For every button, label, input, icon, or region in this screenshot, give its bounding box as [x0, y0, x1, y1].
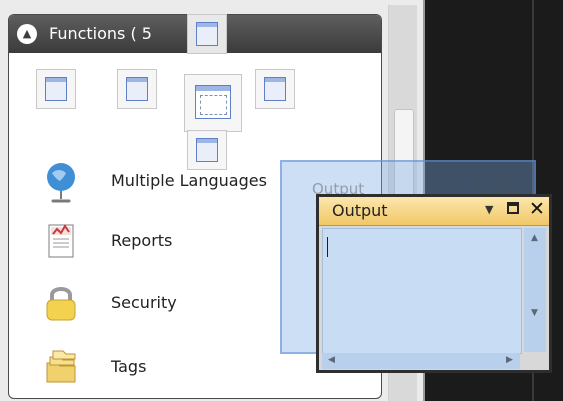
output-horizontal-scrollbar[interactable]: ◀ ▶ [322, 353, 520, 369]
output-text-area[interactable] [322, 228, 522, 354]
scroll-up-icon[interactable]: ▲ [531, 233, 538, 243]
scroll-right-icon[interactable]: ▶ [506, 355, 513, 365]
list-item-label: Reports [111, 231, 173, 250]
list-item[interactable]: Multiple Languages [9, 151, 309, 213]
list-item-label: Tags [111, 357, 147, 376]
list-item[interactable]: Security [9, 273, 309, 335]
dock-left-icon [126, 77, 148, 101]
report-icon [48, 224, 74, 258]
list-item[interactable]: Tags [9, 337, 309, 398]
dock-left-outer-icon [45, 77, 67, 101]
dropdown-arrow-icon[interactable]: ▼ [485, 203, 493, 216]
maximize-icon[interactable] [507, 202, 519, 214]
output-title: Output [332, 201, 388, 220]
dock-right-button[interactable] [255, 69, 295, 109]
output-window[interactable]: Output ▼ ✕ ▲ ▼ ◀ ▶ [316, 194, 552, 373]
panel-title: Functions ( 5 [49, 24, 152, 43]
close-icon[interactable]: ✕ [529, 198, 545, 220]
list-item-label: Security [111, 293, 177, 312]
dock-right-icon [264, 77, 286, 101]
folder-stack-icon [46, 350, 76, 383]
list-item[interactable]: Reports [9, 211, 309, 273]
padlock-icon [46, 287, 76, 321]
dock-bottom-icon [196, 138, 218, 162]
output-titlebar[interactable]: Output ▼ ✕ [319, 197, 549, 226]
dock-center-icon [195, 85, 231, 119]
dock-top-button[interactable] [187, 14, 227, 54]
text-caret [327, 237, 328, 257]
list-item-label: Multiple Languages [111, 171, 267, 190]
dock-bottom-button[interactable] [187, 130, 227, 170]
scroll-left-icon[interactable]: ◀ [328, 355, 335, 365]
dock-left-button[interactable] [117, 69, 157, 109]
globe-icon [47, 163, 75, 203]
chevron-up-icon[interactable]: ▲ [17, 24, 37, 44]
dock-center-button[interactable] [184, 74, 242, 132]
output-vertical-scrollbar[interactable]: ▲ ▼ [524, 228, 546, 352]
dock-top-icon [196, 22, 218, 46]
scroll-down-icon[interactable]: ▼ [531, 308, 538, 318]
dock-left-outer-button[interactable] [36, 69, 76, 109]
